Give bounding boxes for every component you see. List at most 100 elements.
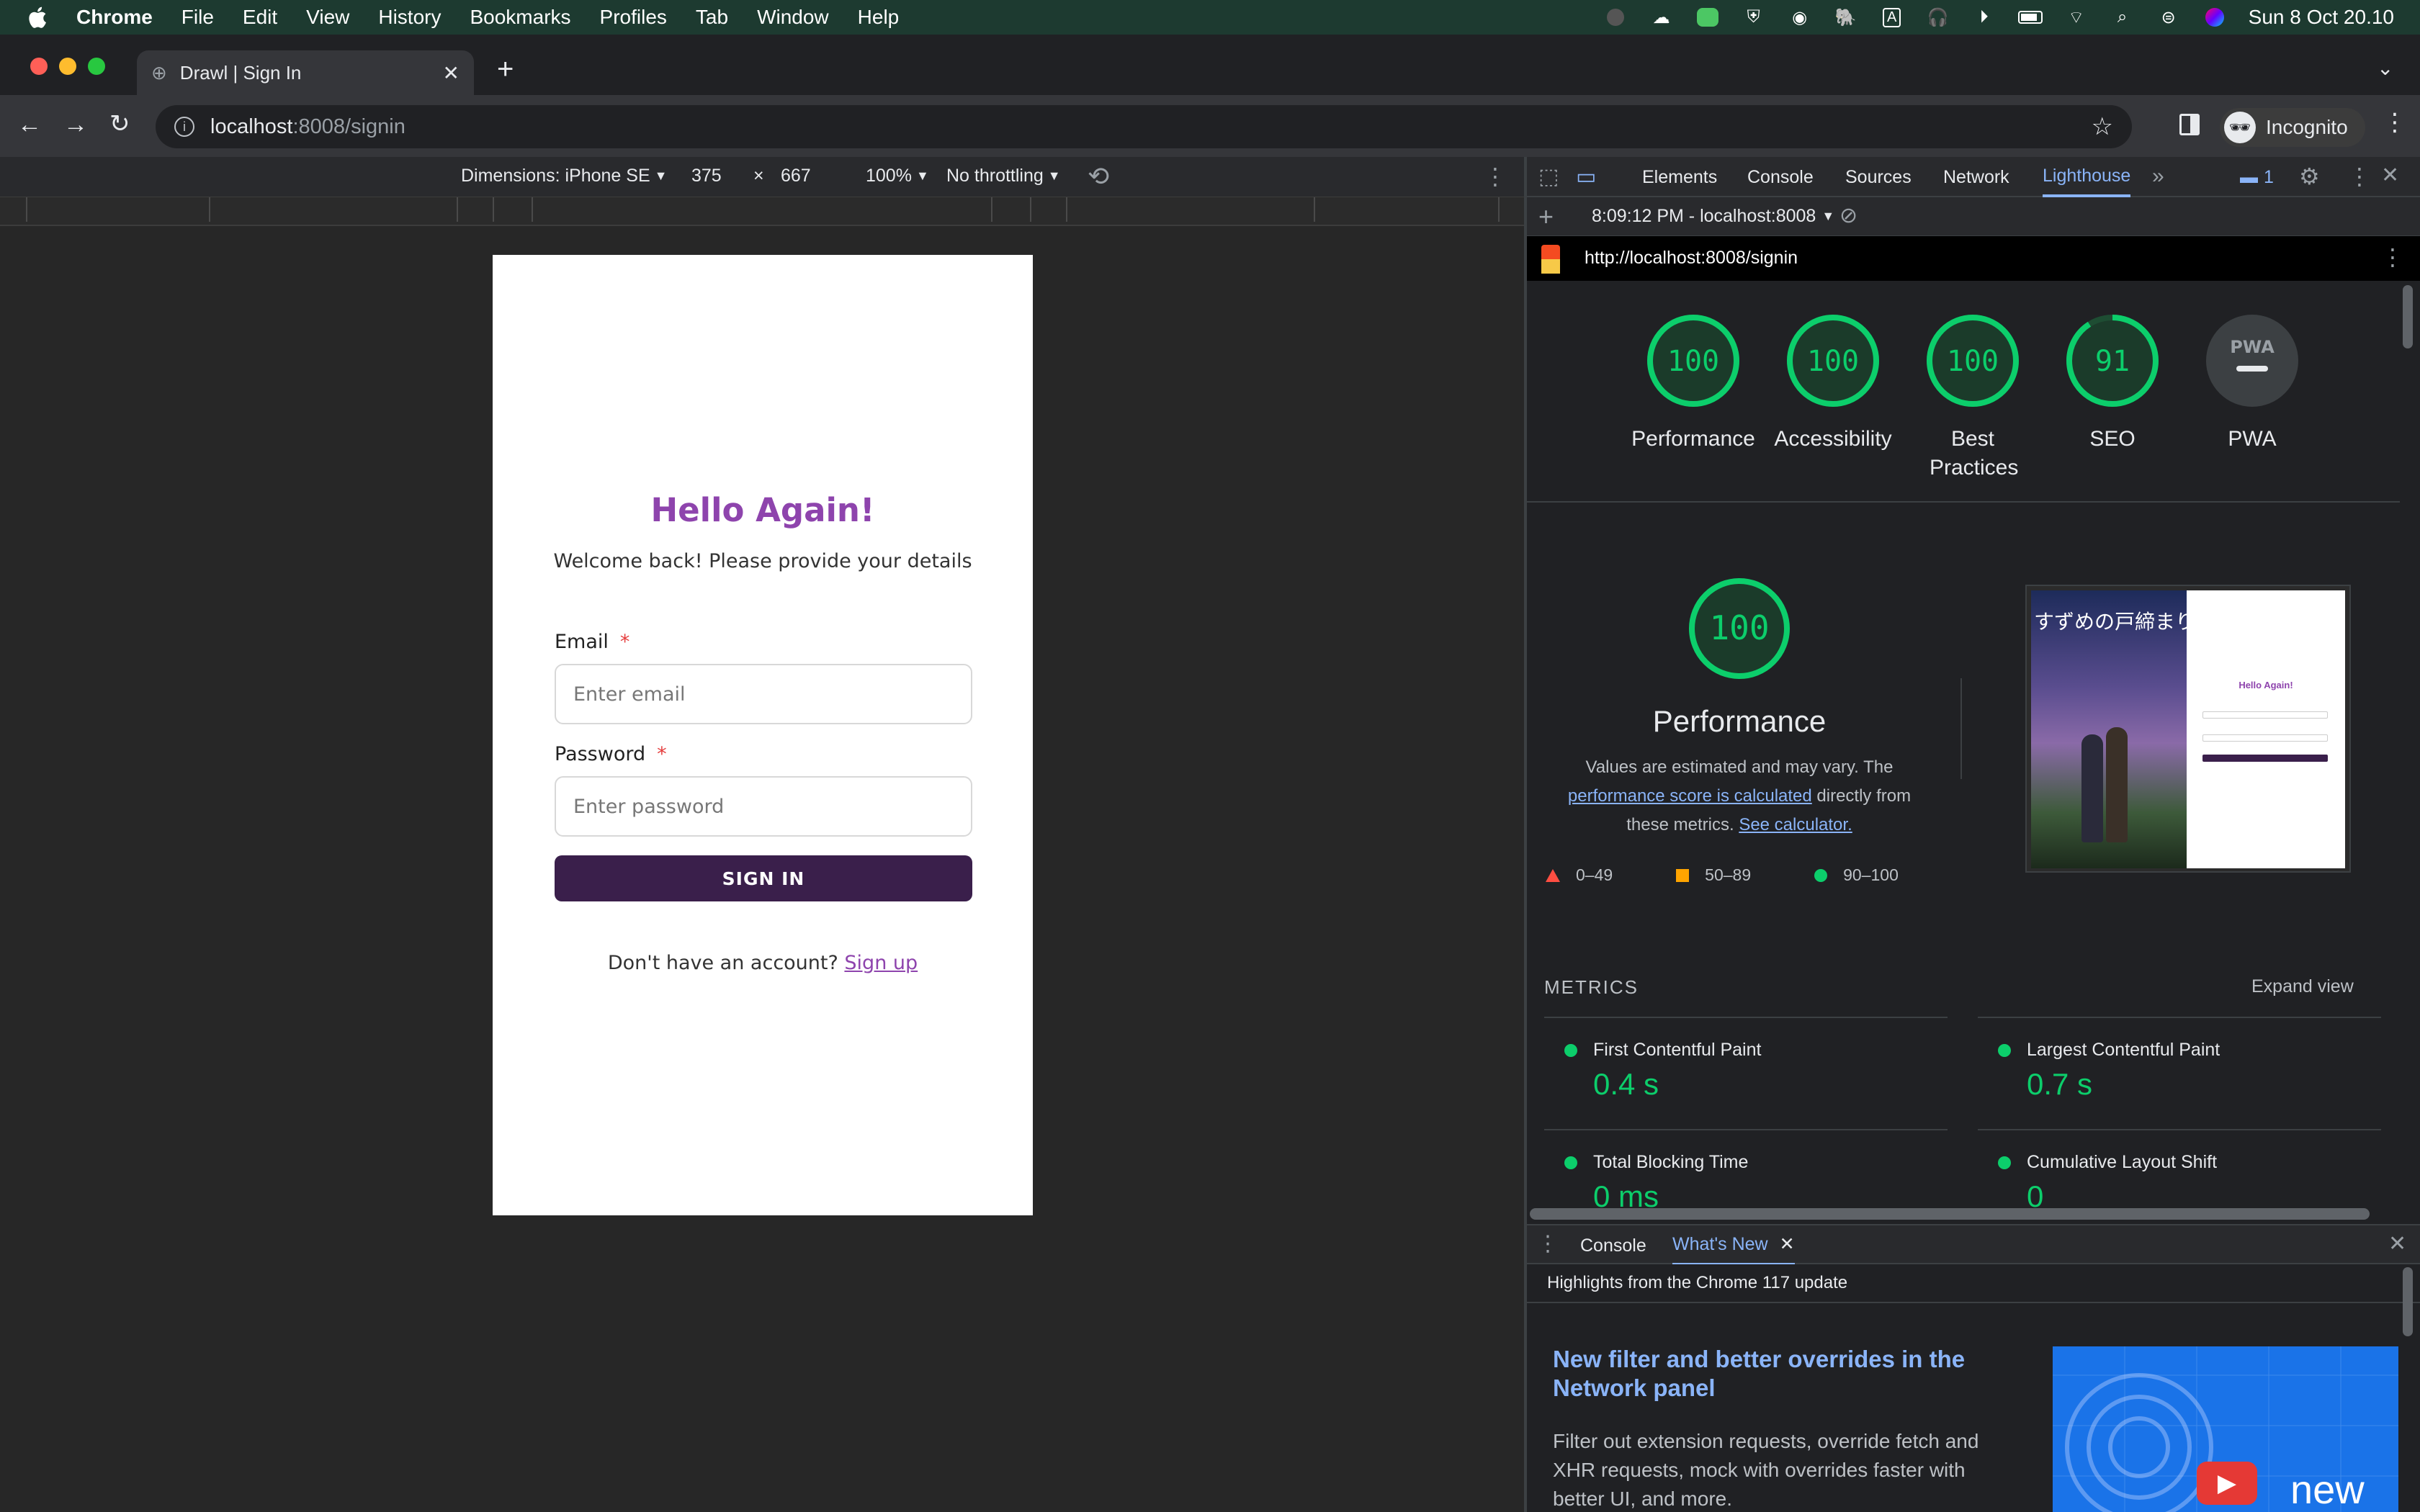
viewport-height-input[interactable]: 667: [781, 166, 811, 186]
apple-logo-icon[interactable]: [26, 5, 48, 30]
siri-icon[interactable]: [2202, 6, 2227, 28]
divider: [1978, 1017, 2381, 1018]
cloud-icon[interactable]: ☁: [1649, 6, 1674, 28]
wifi-icon[interactable]: ⌔: [2064, 6, 2089, 28]
issues-counter[interactable]: ▬ 1: [2240, 167, 2274, 188]
line-app-icon[interactable]: [1695, 6, 1720, 28]
drawer-tab-console[interactable]: Console: [1580, 1225, 1646, 1266]
drawer-menu-kebab-icon[interactable]: ⋮: [1537, 1231, 1559, 1256]
thumb-email-field: [2202, 711, 2328, 719]
record-dot-icon[interactable]: [1603, 6, 1628, 28]
vertical-scrollbar[interactable]: [2403, 285, 2413, 348]
drawer-tab-whats-new[interactable]: What's New ✕: [1672, 1225, 1795, 1266]
browser-tab-active[interactable]: ⊕ Drawl | Sign In ✕: [137, 50, 474, 95]
new-report-plus-icon[interactable]: +: [1538, 202, 1554, 232]
score-gauge-accessibility[interactable]: 100 Accessibility: [1763, 312, 1903, 454]
legend-fail: 0–49: [1576, 865, 1613, 884]
viewport-width-input[interactable]: 375: [691, 166, 722, 186]
media-query-ruler[interactable]: [0, 197, 1524, 226]
menu-profiles[interactable]: Profiles: [600, 6, 667, 29]
tab-elements[interactable]: Elements: [1642, 157, 1717, 197]
incognito-profile-button[interactable]: 🕶 Incognito: [2220, 108, 2365, 147]
window-minimize-button[interactable]: [59, 58, 76, 75]
new-tab-plus-icon[interactable]: +: [497, 53, 514, 86]
menu-tab[interactable]: Tab: [696, 6, 728, 29]
final-screenshot-thumbnail[interactable]: すずめの戸締まり Hello Again!: [2025, 585, 2351, 873]
devtools-menu-kebab-icon[interactable]: ⋮: [2348, 163, 2371, 190]
battery-icon[interactable]: [2017, 6, 2043, 28]
menu-view[interactable]: View: [306, 6, 349, 29]
back-arrow-icon[interactable]: ←: [17, 111, 42, 139]
password-placeholder: Enter password: [573, 795, 725, 818]
poster-title: すずめの戸締まり: [2034, 610, 2196, 634]
article-title[interactable]: New filter and better overrides in the N…: [1553, 1345, 2014, 1403]
menu-window[interactable]: Window: [757, 6, 829, 29]
play-icon[interactable]: ⏵: [1972, 6, 1996, 28]
url-host: localhost: [210, 114, 293, 138]
menu-file[interactable]: File: [182, 6, 214, 29]
devtools-close-icon[interactable]: ✕: [2381, 163, 2399, 188]
inspect-element-icon[interactable]: ⬚: [1538, 164, 1559, 189]
more-tabs-chevron-icon[interactable]: »: [2152, 164, 2164, 189]
window-zoom-button[interactable]: [88, 58, 105, 75]
side-panel-icon[interactable]: [2179, 114, 2200, 135]
zoom-dropdown[interactable]: 100% ▼: [866, 166, 929, 186]
score-gauge-performance[interactable]: 100 Performance: [1623, 312, 1763, 454]
keyboard-input-icon[interactable]: A: [1880, 6, 1904, 28]
tab-lighthouse[interactable]: Lighthouse: [2043, 157, 2131, 197]
tab-close-icon[interactable]: ✕: [443, 61, 460, 85]
address-bar[interactable]: i localhost:8008/signin ☆: [156, 105, 2132, 148]
profile-label: Incognito: [2266, 116, 2348, 138]
device-toggle-icon[interactable]: ▭: [1576, 164, 1596, 189]
pwa-badge-text: PWA: [2230, 337, 2275, 357]
clear-reports-icon[interactable]: ⊘: [1839, 203, 1857, 228]
gauge-score-number: 100: [1667, 345, 1719, 378]
menubar-clock[interactable]: Sun 8 Oct 20.10: [2249, 6, 2394, 29]
spotlight-search-icon[interactable]: ⌕: [2110, 6, 2135, 28]
email-field[interactable]: Enter email: [555, 664, 972, 724]
drawer-tab-close-icon[interactable]: ✕: [1780, 1233, 1795, 1255]
score-gauge-seo[interactable]: 91 SEO: [2043, 312, 2182, 454]
signup-link[interactable]: Sign up: [844, 952, 918, 974]
control-center-icon[interactable]: ⊜: [2156, 6, 2181, 28]
browser-menu-kebab-icon[interactable]: ⋮: [2383, 108, 2407, 137]
devtools-settings-gear-icon[interactable]: ⚙: [2299, 163, 2320, 190]
tab-network[interactable]: Network: [1943, 157, 2009, 197]
throttling-dropdown[interactable]: No throttling ▼: [946, 166, 1061, 186]
tab-sources[interactable]: Sources: [1845, 157, 1912, 197]
tab-console[interactable]: Console: [1747, 157, 1814, 197]
signin-button[interactable]: SIGN IN: [555, 855, 972, 901]
tab-search-chevron-icon[interactable]: ⌄: [2377, 56, 2393, 80]
window-close-button[interactable]: [30, 58, 48, 75]
device-dimensions-dropdown[interactable]: Dimensions: iPhone SE ▼: [461, 166, 667, 186]
menu-edit[interactable]: Edit: [243, 6, 277, 29]
score-gauge-pwa[interactable]: PWA PWA: [2182, 312, 2322, 454]
headphones-icon[interactable]: 🎧: [1926, 6, 1950, 28]
score-gauge-best-practices[interactable]: 100 Best Practices: [1903, 312, 2043, 482]
forward-arrow-icon[interactable]: →: [63, 111, 88, 139]
device-toolbar-menu-icon[interactable]: ⋮: [1484, 163, 1507, 190]
reload-icon[interactable]: ↻: [109, 109, 130, 138]
shield-icon[interactable]: ⛨: [1742, 6, 1766, 28]
rotate-device-icon[interactable]: ⟲: [1088, 161, 1109, 192]
site-info-icon[interactable]: i: [174, 117, 194, 137]
menu-history[interactable]: History: [378, 6, 441, 29]
whats-new-video-thumbnail[interactable]: ▶ new: [2053, 1346, 2398, 1512]
password-field[interactable]: Enter password: [555, 776, 972, 837]
youtube-play-icon[interactable]: ▶: [2197, 1462, 2257, 1505]
bookmark-star-icon[interactable]: ☆: [2092, 112, 2113, 141]
score-calculation-link[interactable]: performance score is calculated: [1568, 786, 1812, 806]
menu-bookmarks[interactable]: Bookmarks: [470, 6, 570, 29]
menu-help[interactable]: Help: [858, 6, 900, 29]
report-selector-dropdown[interactable]: 8:09:12 PM - localhost:8008 ▼: [1592, 206, 1834, 227]
menu-chrome[interactable]: Chrome: [76, 6, 153, 29]
vpn-icon[interactable]: ◉: [1788, 6, 1812, 28]
main-score-number: 100: [1709, 608, 1769, 647]
elephant-icon[interactable]: 🐘: [1834, 6, 1858, 28]
horizontal-scrollbar[interactable]: [1530, 1208, 2370, 1220]
drawer-vertical-scrollbar[interactable]: [2403, 1267, 2413, 1336]
expand-view-link[interactable]: Expand view: [2251, 976, 2354, 997]
see-calculator-link[interactable]: See calculator.: [1739, 815, 1852, 834]
drawer-close-icon[interactable]: ✕: [2388, 1231, 2406, 1256]
report-menu-kebab-icon[interactable]: ⋮: [2381, 243, 2404, 271]
